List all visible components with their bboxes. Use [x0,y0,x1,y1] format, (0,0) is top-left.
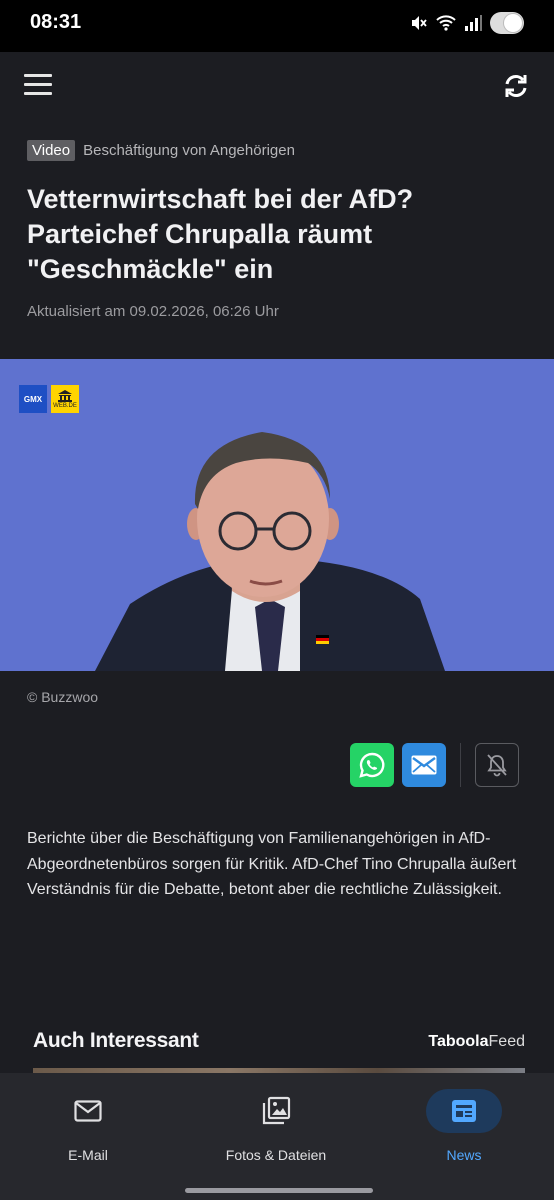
share-divider [460,743,461,787]
webde-logo: WEB.DE [51,385,79,413]
nav-active-indicator [426,1089,502,1133]
nav-item-photos[interactable]: Fotos & Dateien [201,1089,351,1163]
taboola-name: Taboola [428,1033,489,1050]
notification-off-icon [487,754,507,777]
article-category: Beschäftigung von Angehörigen [83,142,295,159]
article-video[interactable]: GMX WEB.DE [0,359,554,671]
nav-item-email[interactable]: E-Mail [13,1089,163,1163]
news-icon [452,1100,476,1122]
menu-icon[interactable] [24,74,52,98]
article-teaser: Berichte über die Beschäftigung von Fami… [27,830,517,898]
hero-image [0,359,554,671]
gmx-logo: GMX [19,385,47,413]
image-credit: © Buzzwoo [27,689,99,705]
status-bar: 08:31 [0,0,554,52]
battery-icon [490,12,524,34]
recommendations-title: Auch Interessant [33,1029,199,1052]
taboola-feed-logo[interactable]: TaboolaFeed [428,1033,525,1051]
bottom-navigation: E-Mail Fotos & Dateien News [0,1073,554,1200]
nav-item-news[interactable]: News [389,1089,539,1163]
nav-label-news: News [446,1147,482,1163]
whatsapp-icon [359,752,385,778]
signal-icon [465,15,482,31]
status-icons [410,12,524,34]
photos-icon [262,1096,291,1125]
nav-label-email: E-Mail [68,1147,108,1163]
mute-icon [412,16,427,30]
article-headline: Vetternwirtschaft bei der AfD? Parteiche… [27,184,414,284]
refresh-icon[interactable] [500,70,532,102]
mail-icon [74,1100,102,1122]
notification-toggle-button[interactable] [475,743,519,787]
building-icon [58,389,72,402]
wifi-icon [436,15,456,31]
nav-label-photos: Fotos & Dateien [225,1147,327,1163]
gmx-logo-text: GMX [23,394,43,404]
video-badge: Video [27,140,76,161]
mail-icon [411,755,437,775]
status-time: 08:31 [30,11,82,33]
article-updated: Aktualisiert am 09.02.2026, 06:26 Uhr [27,303,279,320]
article-kicker: Video Beschäftigung von Angehörigen [27,140,295,161]
whatsapp-share-button[interactable] [350,743,394,787]
home-indicator[interactable] [185,1188,373,1193]
mail-share-button[interactable] [402,743,446,787]
app-bar [0,52,554,122]
taboola-feed-label: Feed [488,1033,525,1050]
webde-logo-text: WEB.DE [53,402,77,409]
